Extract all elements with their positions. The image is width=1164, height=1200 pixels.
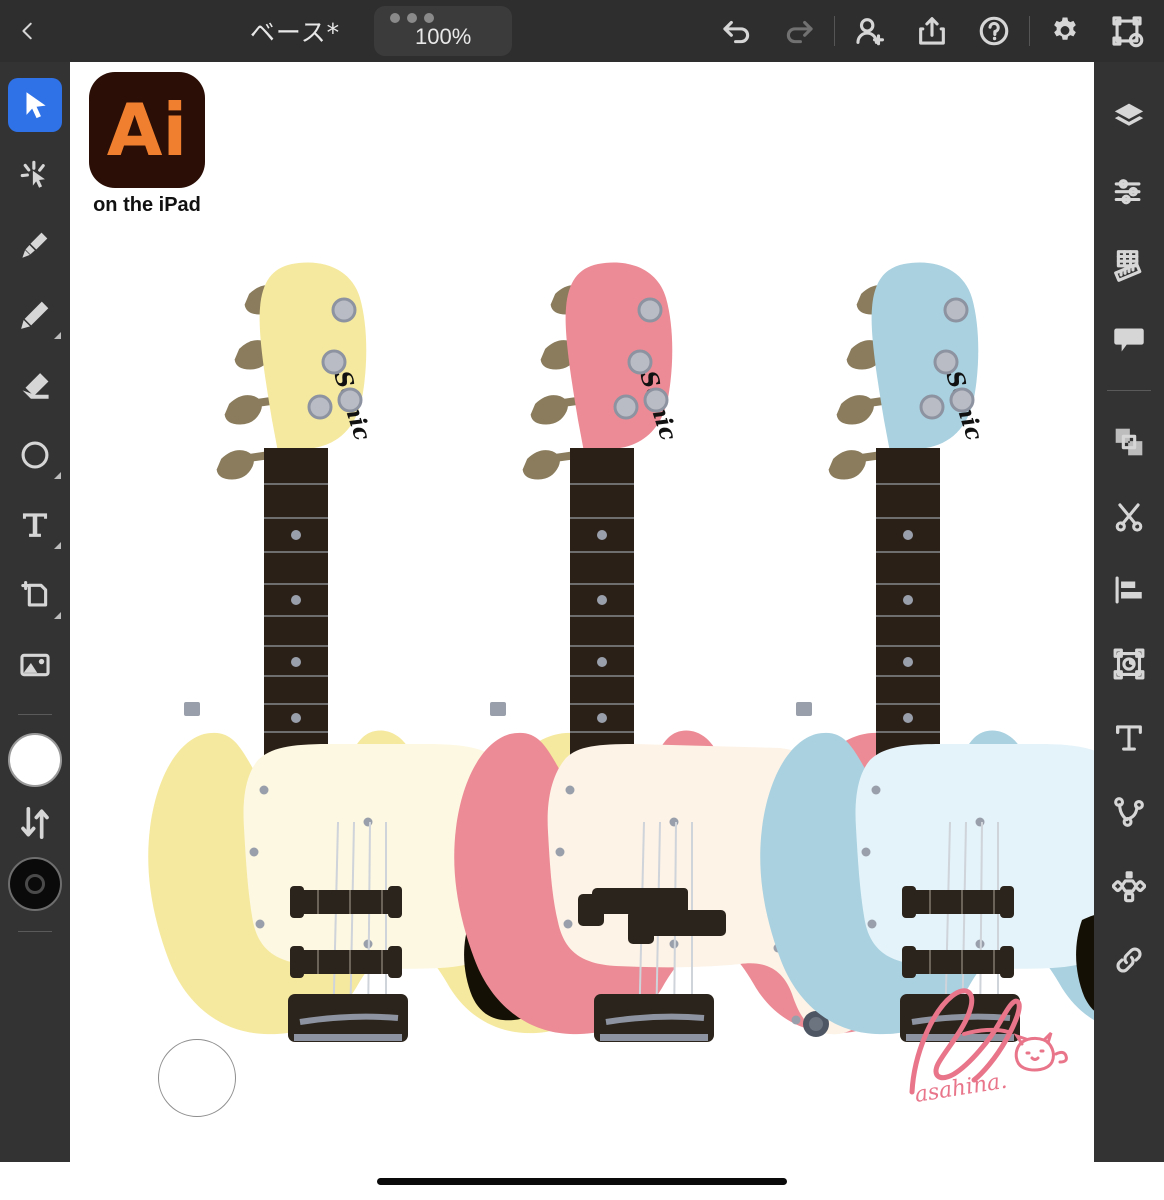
- zoom-control[interactable]: 100%: [374, 6, 513, 56]
- flyout-indicator: [54, 472, 61, 479]
- panel-repeat[interactable]: [1102, 859, 1156, 913]
- strap-button-pink: [490, 702, 506, 716]
- left-toolbar-divider-2: [18, 931, 52, 932]
- tool-pencil[interactable]: [8, 288, 62, 342]
- panel-path[interactable]: [1102, 785, 1156, 839]
- tool-type[interactable]: [8, 498, 62, 552]
- bridge-yellow: [288, 994, 408, 1042]
- guitar-blue: Sonic: [760, 262, 1094, 1042]
- panel-link[interactable]: [1102, 933, 1156, 987]
- top-actions: [706, 0, 1158, 62]
- left-toolbar-divider: [18, 714, 52, 715]
- artboard-canvas[interactable]: Ai on the iPad asahina.: [70, 62, 1094, 1162]
- pickup-neck-blue: [902, 886, 1014, 918]
- undo-button[interactable]: [706, 0, 768, 62]
- back-button[interactable]: [0, 0, 56, 62]
- panel-grid-ruler[interactable]: [1102, 238, 1156, 292]
- help-button[interactable]: [963, 0, 1025, 62]
- document-title: ベース*: [249, 18, 341, 47]
- unfilled-circle-path[interactable]: [158, 1039, 236, 1117]
- flyout-indicator: [54, 332, 61, 339]
- share-button[interactable]: [901, 0, 963, 62]
- panel-comments[interactable]: [1102, 312, 1156, 366]
- flyout-indicator: [54, 612, 61, 619]
- panel-text[interactable]: [1102, 711, 1156, 765]
- tool-eraser[interactable]: [8, 358, 62, 412]
- panel-properties[interactable]: [1102, 164, 1156, 218]
- flyout-indicator: [54, 542, 61, 549]
- invite-button[interactable]: [839, 0, 901, 62]
- tool-image[interactable]: [8, 638, 62, 692]
- panel-layers[interactable]: [1102, 90, 1156, 144]
- strap-button-yellow: [184, 702, 200, 716]
- stroke-inner-hole: [25, 874, 45, 894]
- tool-artboard[interactable]: [8, 568, 62, 622]
- signature-name: asahina.: [913, 1069, 1009, 1107]
- swap-fill-stroke-button[interactable]: [15, 803, 55, 843]
- panel-align[interactable]: [1102, 563, 1156, 617]
- toolbar-divider-2: [1029, 16, 1031, 46]
- redo-button[interactable]: [768, 0, 830, 62]
- strap-button-blue: [796, 702, 812, 716]
- toolbar-divider: [834, 16, 836, 46]
- fill-color-swatch[interactable]: [8, 733, 62, 787]
- panel-arrange-combine[interactable]: [1102, 415, 1156, 469]
- right-toolbar: [1094, 62, 1164, 1200]
- settings-button[interactable]: [1034, 0, 1096, 62]
- right-toolbar-divider: [1107, 390, 1151, 391]
- artist-signature: asahina.: [909, 988, 1068, 1107]
- pickup-bridge-blue: [902, 946, 1014, 978]
- zoom-dots-icon: [390, 13, 435, 23]
- bridge-pink: [594, 994, 714, 1042]
- tool-selection[interactable]: [8, 78, 62, 132]
- pickup-neck-yellow: [290, 886, 402, 918]
- tool-direct-selection[interactable]: [8, 148, 62, 202]
- illustrator-ipad-app: ベース* 100% Ai on the iPad asahina.: [0, 0, 1164, 1200]
- left-toolbar: [0, 62, 70, 1200]
- panel-scissors[interactable]: [1102, 489, 1156, 543]
- home-indicator[interactable]: [377, 1177, 787, 1185]
- artwork-bass-guitars[interactable]: Sonic: [70, 62, 1094, 1092]
- tool-pen[interactable]: [8, 218, 62, 272]
- pickguard-blue: [855, 744, 1094, 969]
- cat-doodle-icon: [1013, 1031, 1068, 1072]
- top-toolbar: ベース* 100%: [0, 0, 1164, 62]
- tool-shape[interactable]: [8, 428, 62, 482]
- panel-transform[interactable]: [1102, 637, 1156, 691]
- preview-button[interactable]: [1096, 0, 1158, 62]
- zoom-level-label: 100%: [415, 24, 472, 49]
- home-indicator-bar: [0, 1162, 1164, 1200]
- stroke-color-swatch[interactable]: [8, 857, 62, 911]
- pickup-bridge-yellow: [290, 946, 402, 978]
